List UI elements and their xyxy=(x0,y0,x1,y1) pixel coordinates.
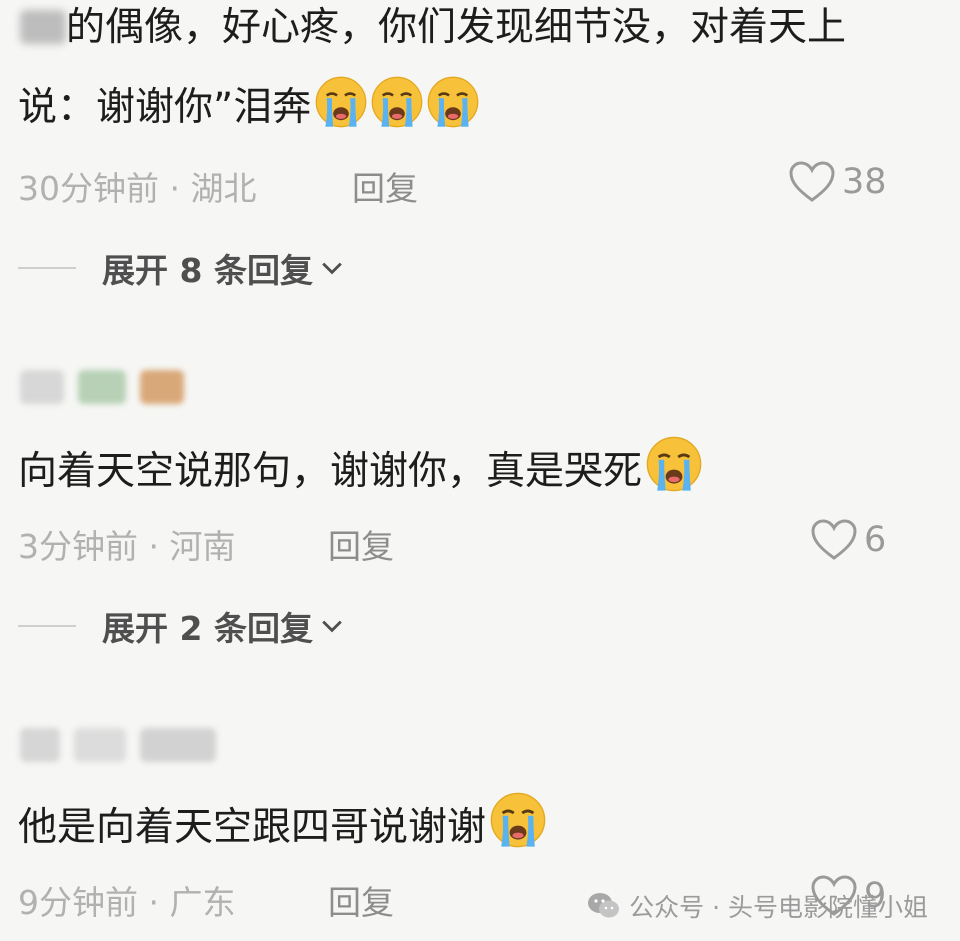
comment-meta: 30分钟前 · 湖北 xyxy=(18,169,257,208)
reply-button[interactable]: 回复 xyxy=(352,162,418,210)
crying-face-emoji xyxy=(315,76,367,128)
comment-text-body: 他是向着天空跟四哥说谢谢 xyxy=(18,805,487,850)
comment-meta: 3分钟前 · 河南 xyxy=(18,527,236,566)
wechat-icon xyxy=(588,893,620,918)
like-button[interactable]: 38 xyxy=(788,160,887,204)
username-blur xyxy=(20,728,230,762)
comment-text-line2-body: 说：谢谢你”泪奔 xyxy=(18,85,312,130)
chevron-down-icon xyxy=(321,261,343,275)
comment-text: 他是向着天空跟四哥说谢谢 xyxy=(18,792,546,860)
comment-text: 的偶像，好心疼，你们发现细节没，对着天上 xyxy=(66,5,847,50)
reply-button[interactable]: 回复 xyxy=(328,520,394,568)
comment-text: 向着天空说那句，谢谢你，真是哭死 xyxy=(18,436,702,504)
like-count: 6 xyxy=(864,520,887,560)
divider-line xyxy=(18,267,76,269)
expand-replies-button[interactable]: 展开 8 条回复 xyxy=(18,244,343,292)
crying-face-emoji xyxy=(490,792,546,848)
like-count: 38 xyxy=(842,162,887,202)
comment-text-body: 向着天空说那句，谢谢你，真是哭死 xyxy=(18,449,643,494)
heart-icon xyxy=(788,160,836,204)
like-button[interactable]: 6 xyxy=(810,518,886,562)
username-blur xyxy=(20,10,66,44)
expand-replies-label: 展开 8 条回复 xyxy=(102,251,313,290)
heart-icon xyxy=(810,518,858,562)
reply-button[interactable]: 回复 xyxy=(328,876,394,924)
crying-face-emoji xyxy=(427,76,479,128)
username-blur xyxy=(20,370,198,404)
expand-replies-button[interactable]: 展开 2 条回复 xyxy=(18,602,343,650)
watermark-text: 公众号 · 头号电影院懂小姐 xyxy=(629,893,928,922)
watermark: 公众号 · 头号电影院懂小姐 xyxy=(587,888,928,924)
crying-face-emoji xyxy=(646,436,702,492)
crying-face-emoji xyxy=(371,76,423,128)
comment-meta: 9分钟前 · 广东 xyxy=(18,883,236,922)
divider-line xyxy=(18,625,76,627)
comment-text-line2: 说：谢谢你”泪奔 xyxy=(18,76,479,140)
expand-replies-label: 展开 2 条回复 xyxy=(102,609,313,648)
chevron-down-icon xyxy=(321,619,343,633)
